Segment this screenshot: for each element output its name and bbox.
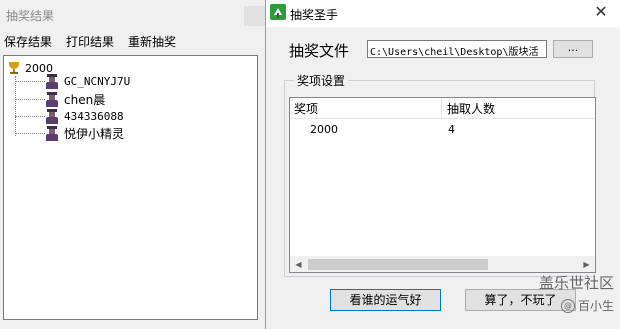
results-window-titlebar-control[interactable] — [244, 6, 266, 26]
prize-list[interactable]: 奖项 抽取人数 2000 4 ◀ ▶ — [289, 97, 596, 273]
winner-name: GC_NCNYJ7U — [64, 74, 131, 88]
results-window-title: 抽奖结果 — [6, 9, 55, 23]
winner-name: chen晨 — [64, 92, 106, 107]
results-window: 抽奖结果 保存结果 打印结果 重新抽奖 2000 GC_NCNYJ7U chen… — [0, 0, 266, 329]
lottery-file-path-field[interactable]: C:\Users\cheil\Desktop\版块活 — [367, 40, 547, 58]
tree-winner-item[interactable]: 434336088 — [15, 108, 124, 124]
scroll-right-icon[interactable]: ▶ — [578, 257, 595, 272]
tree-winner-item[interactable]: chen晨 — [15, 91, 105, 107]
close-icon[interactable]: ✕ — [592, 3, 610, 21]
results-tree[interactable]: 2000 GC_NCNYJ7U chen晨 434336088 悦伊小精灵 — [3, 55, 258, 320]
user-icon — [45, 91, 59, 107]
watermark-author: @ 百小生 — [560, 297, 614, 314]
watermark-author-name: 百小生 — [577, 299, 614, 313]
menu-redraw[interactable]: 重新抽奖 — [128, 33, 176, 50]
user-icon — [45, 108, 59, 124]
lottery-file-label: 抽奖文件 — [289, 42, 350, 60]
count-cell[interactable]: 4 — [448, 123, 455, 136]
results-menubar: 保存结果 打印结果 重新抽奖 — [0, 30, 266, 50]
column-header-count[interactable]: 抽取人数 — [447, 100, 495, 117]
menu-save-results[interactable]: 保存结果 — [4, 33, 52, 50]
lottery-window: 抽奖圣手 ✕ 抽奖文件 C:\Users\cheil\Desktop\版块活 .… — [265, 0, 620, 329]
app-icon — [270, 4, 286, 20]
tree-winner-item[interactable]: 悦伊小精灵 — [15, 125, 124, 141]
winner-name: 434336088 — [64, 109, 124, 123]
at-icon: @ — [560, 298, 575, 313]
start-draw-button[interactable]: 看谁的运气好 — [330, 289, 441, 311]
scroll-thumb[interactable] — [308, 259, 488, 270]
browse-file-button[interactable]: ... — [553, 40, 593, 58]
prize-cell[interactable]: 2000 — [310, 123, 338, 136]
lottery-window-title: 抽奖圣手 — [290, 8, 339, 22]
tree-winner-item[interactable]: GC_NCNYJ7U — [15, 73, 130, 89]
column-header-prize[interactable]: 奖项 — [294, 100, 318, 117]
horizontal-scrollbar[interactable]: ◀ ▶ — [290, 256, 595, 272]
winner-name: 悦伊小精灵 — [64, 126, 125, 141]
menu-print-results[interactable]: 打印结果 — [66, 33, 114, 50]
prize-list-header: 奖项 抽取人数 — [290, 98, 595, 119]
lottery-window-titlebar[interactable]: 抽奖圣手 ✕ — [266, 0, 620, 27]
user-icon — [45, 125, 59, 141]
watermark-text: 盖乐世社区 — [538, 274, 614, 292]
prize-settings-title: 奖项设置 — [294, 72, 349, 89]
user-icon — [45, 73, 59, 89]
scroll-left-icon[interactable]: ◀ — [290, 257, 307, 272]
